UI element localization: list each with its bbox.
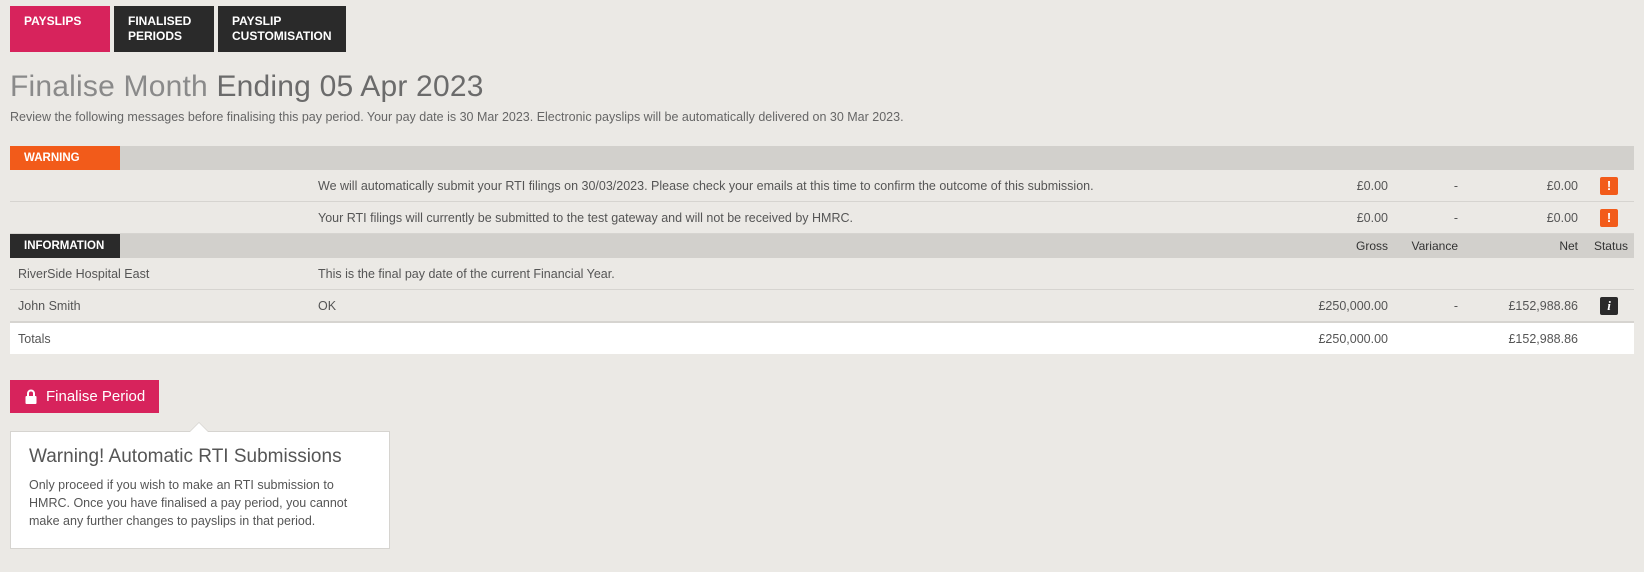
col-header-status: Status: [1584, 234, 1634, 258]
tab-label: PAYSLIPS: [24, 14, 81, 28]
info-row: John Smith OK £250,000.00 - £152,988.86 …: [10, 290, 1634, 322]
row-message: Your RTI filings will currently be submi…: [310, 211, 1264, 225]
row-status: !: [1584, 209, 1634, 227]
row-status: !: [1584, 177, 1634, 195]
finalise-warning-popover: Warning! Automatic RTI Submissions Only …: [10, 431, 390, 549]
popover-heading: Warning! Automatic RTI Submissions: [29, 446, 371, 468]
col-header-gross: Gross: [1264, 234, 1394, 258]
section-header-information: INFORMATION Gross Variance Net Status: [10, 234, 1634, 258]
tab-label-line1: PAYSLIP: [232, 14, 281, 28]
warning-row: We will automatically submit your RTI fi…: [10, 170, 1634, 202]
col-header-variance: Variance: [1394, 234, 1464, 258]
row-entity: John Smith: [10, 299, 310, 313]
row-variance: -: [1394, 299, 1464, 313]
tab-label-line2: PERIODS: [128, 29, 182, 43]
lock-icon: [24, 389, 38, 405]
row-status: i: [1584, 297, 1634, 315]
info-row: RiverSide Hospital East This is the fina…: [10, 258, 1634, 290]
tab-finalised-periods[interactable]: FINALISED PERIODS: [114, 6, 214, 52]
row-message: OK: [310, 299, 1264, 313]
tab-label-line1: FINALISED: [128, 14, 191, 28]
section-header-warning: WARNING: [10, 146, 1634, 170]
section-label-warning: WARNING: [10, 146, 120, 170]
popover-body: Only proceed if you wish to make an RTI …: [29, 476, 371, 530]
totals-gross: £250,000.00: [1264, 332, 1394, 346]
row-entity: RiverSide Hospital East: [10, 267, 310, 281]
page-title: Finalise Month Ending 05 Apr 2023: [10, 70, 1634, 104]
totals-label: Totals: [10, 332, 310, 346]
warning-status-icon[interactable]: !: [1600, 177, 1618, 195]
info-status-icon[interactable]: i: [1600, 297, 1618, 315]
totals-net: £152,988.86: [1464, 332, 1584, 346]
warning-status-icon[interactable]: !: [1600, 209, 1618, 227]
warning-row: Your RTI filings will currently be submi…: [10, 202, 1634, 234]
row-gross: £250,000.00: [1264, 299, 1394, 313]
page-title-main: Ending 05 Apr 2023: [216, 70, 483, 103]
row-variance: -: [1394, 211, 1464, 225]
finalise-button-label: Finalise Period: [46, 388, 145, 405]
section-label-information: INFORMATION: [10, 234, 120, 258]
row-net: £0.00: [1464, 211, 1584, 225]
row-gross: £0.00: [1264, 211, 1394, 225]
tab-payslips[interactable]: PAYSLIPS: [10, 6, 110, 52]
totals-row: Totals £250,000.00 £152,988.86: [10, 322, 1634, 354]
row-message: This is the final pay date of the curren…: [310, 267, 1264, 281]
row-variance: -: [1394, 179, 1464, 193]
finalise-period-button[interactable]: Finalise Period: [10, 380, 159, 413]
tab-payslip-customisation[interactable]: PAYSLIP CUSTOMISATION: [218, 6, 346, 52]
row-message: We will automatically submit your RTI fi…: [310, 179, 1264, 193]
row-net: £152,988.86: [1464, 299, 1584, 313]
page-subtext: Review the following messages before fin…: [10, 110, 1634, 124]
tab-label-line2: CUSTOMISATION: [232, 29, 332, 43]
col-header-net: Net: [1464, 234, 1584, 258]
row-gross: £0.00: [1264, 179, 1394, 193]
top-tabs: PAYSLIPS FINALISED PERIODS PAYSLIP CUSTO…: [10, 6, 1634, 52]
row-net: £0.00: [1464, 179, 1584, 193]
page-title-prefix: Finalise Month: [10, 70, 216, 103]
